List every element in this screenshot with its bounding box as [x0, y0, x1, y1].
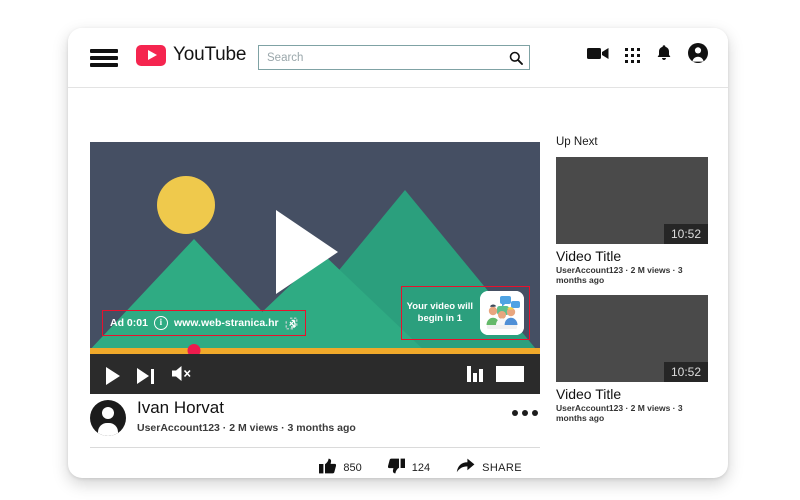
countdown-text: Your video will begin in 1 [407, 301, 473, 325]
countdown-line-2: begin in 1 [417, 313, 462, 324]
quality-bars-icon[interactable] [467, 365, 483, 382]
up-next-title: Up Next [556, 136, 598, 148]
hamburger-line [90, 49, 118, 53]
more-options-icon[interactable] [512, 410, 538, 416]
ad-overlay[interactable]: Ad 0:01 i www.web-stranica.hr [102, 310, 306, 336]
channel-avatar-icon[interactable] [90, 400, 126, 436]
grid-dot [631, 59, 635, 63]
hamburger-line [90, 63, 118, 67]
video-duration: 10:52 [663, 224, 708, 244]
people-chat-thumbnail-icon [480, 291, 524, 335]
video-title[interactable]: Video Title [556, 386, 708, 402]
grid-dot [625, 48, 629, 52]
video-meta: UserAccount123 · 2 M views · 3 months ag… [556, 265, 683, 285]
play-button-icon[interactable] [106, 367, 120, 385]
grid-dot [631, 53, 635, 58]
video-thumbnail[interactable]: 10:52 [556, 157, 708, 244]
search-input[interactable] [259, 46, 503, 69]
grid-dot [636, 59, 640, 63]
avatar-head [102, 407, 114, 419]
countdown-line-1: Your video will [406, 301, 473, 312]
list-item[interactable]: 10:52 Video Title UserAccount123 · 2 M v… [556, 295, 708, 423]
search-icon[interactable] [503, 51, 529, 65]
video-meta: UserAccount123 · 2 M views · 3 months ag… [556, 403, 683, 423]
dot [522, 410, 528, 416]
avatar-body [98, 423, 118, 436]
ad-url-label[interactable]: www.web-stranica.hr [174, 317, 279, 329]
hamburger-menu-icon[interactable] [90, 49, 118, 67]
play-overlay-icon[interactable] [276, 210, 338, 294]
grid-dot [631, 48, 635, 52]
external-link-icon[interactable] [285, 317, 298, 330]
bar [479, 369, 483, 382]
grid-dot [625, 59, 629, 63]
youtube-logo[interactable]: YouTube [136, 44, 246, 66]
video-canvas[interactable]: Ad 0:01 i www.web-stranica.hr Your video… [90, 142, 540, 354]
video-countdown-card[interactable]: Your video will begin in 1 [400, 286, 530, 340]
youtube-play-badge-icon [136, 44, 166, 66]
video-duration: 10:52 [663, 362, 708, 382]
video-camera-icon[interactable] [587, 46, 609, 66]
grid-dot [636, 48, 640, 52]
channel-meta: UserAccount123 · 2 M views · 3 months ag… [137, 422, 356, 434]
share-button[interactable]: SHARE [456, 458, 522, 478]
dislike-count: 124 [411, 462, 431, 474]
hamburger-line [90, 56, 118, 60]
video-actions-row: 850 124 SHARE [90, 456, 540, 478]
video-thumbnail[interactable]: 10:52 [556, 295, 708, 382]
share-label: SHARE [482, 462, 522, 474]
bar [467, 366, 471, 382]
next-triangle [137, 368, 149, 384]
ad-countdown-label: Ad 0:01 [110, 317, 148, 329]
thumbs-up-icon [319, 458, 337, 479]
dislike-button[interactable]: 124 [387, 458, 431, 479]
app-content: Ad 0:01 i www.web-stranica.hr Your video… [68, 88, 728, 478]
list-item[interactable]: 10:52 Video Title UserAccount123 · 2 M v… [556, 157, 708, 285]
channel-info-row: Ivan Horvat UserAccount123 · 2 M views ·… [90, 398, 540, 448]
info-circle-icon[interactable]: i [153, 316, 168, 330]
search-bar[interactable] [258, 45, 530, 70]
dot [512, 410, 518, 416]
fullscreen-icon[interactable] [496, 366, 524, 382]
screenshot-root: YouTube Search Ad 0:01 i www.web-stranic… [0, 0, 800, 500]
video-title[interactable]: Video Title [556, 248, 708, 264]
thumbs-down-icon [387, 458, 405, 479]
youtube-app-window: YouTube Search Ad 0:01 i www.web-stranic… [68, 28, 728, 478]
grid-dot [636, 53, 640, 58]
account-avatar-icon[interactable] [688, 43, 708, 68]
apps-grid-icon[interactable] [625, 48, 640, 63]
dot [532, 410, 538, 416]
next-video-icon[interactable] [137, 368, 154, 384]
up-next-sidebar: Up Next 10:52 Video Title UserAccount123… [556, 136, 708, 433]
share-arrow-icon [456, 458, 475, 478]
channel-name: Ivan Horvat [137, 398, 224, 417]
notifications-bell-icon[interactable] [656, 44, 672, 67]
like-count: 850 [343, 462, 362, 474]
video-player[interactable]: Ad 0:01 i www.web-stranica.hr Your video… [90, 142, 540, 394]
grid-dot [625, 53, 629, 58]
volume-muted-icon[interactable] [171, 365, 195, 387]
youtube-triangle-icon [147, 50, 157, 60]
header-icon-group [587, 43, 708, 68]
brand-name: YouTube [173, 44, 247, 65]
player-controls-right [467, 365, 524, 382]
player-controls-left [106, 365, 195, 387]
player-control-bar [90, 354, 540, 394]
bar [473, 373, 477, 382]
like-button[interactable]: 850 [319, 458, 362, 479]
app-header: YouTube [68, 28, 728, 88]
next-bar [151, 368, 154, 384]
